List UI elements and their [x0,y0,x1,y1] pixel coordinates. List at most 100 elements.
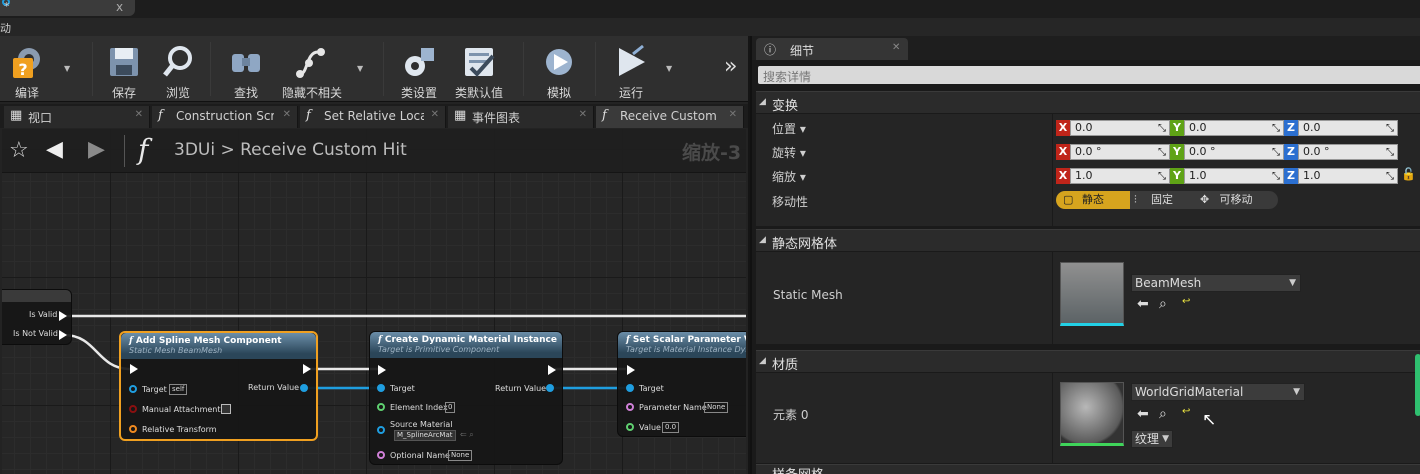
return-value-pin[interactable] [546,384,554,392]
create-dynamic-material-node[interactable]: f Create Dynamic Material Instance Target… [369,331,563,465]
is-valid-exec-pin[interactable] [59,311,67,321]
close-tab-icon[interactable]: ✕ [283,109,291,120]
close-tab-icon[interactable]: x [116,0,123,14]
class-settings-button[interactable]: 类设置 [392,42,446,100]
spline-mesh-section-header[interactable]: 样条网格 [756,464,1420,474]
material-dropdown[interactable]: WorldGridMaterial ▼ [1131,383,1305,401]
exec-in-pin[interactable] [378,365,386,375]
relative-transform-pin[interactable] [129,425,137,433]
window-tab[interactable]: * x [0,0,135,16]
compile-options-chevron-icon[interactable]: ▼ [64,64,74,73]
mobility-stationary-button[interactable]: ⫶ 固定 [1130,191,1194,209]
parameter-name-value[interactable]: None [704,402,729,413]
exec-in-pin[interactable] [130,364,138,374]
close-tab-icon[interactable]: ✕ [135,109,143,120]
add-spline-mesh-node[interactable]: f Add Spline Mesh Component Static Mesh B… [119,331,318,441]
reset-yellow-arrow-icon[interactable]: ↩ [1182,406,1190,417]
value-pin[interactable] [626,423,634,431]
rotation-z-field[interactable]: 0.0 ° ⤡ [1298,144,1398,160]
materials-section-header[interactable]: ◢ 材质 [756,350,1420,373]
set-scalar-parameter-node[interactable]: fSet Scalar Parameter Value Target is Ma… [617,331,746,437]
rotation-y-field[interactable]: 0.0 ° ⤡ [1184,144,1284,160]
close-tab-icon[interactable]: ✕ [579,109,587,120]
back-arrow-icon[interactable]: ◀ [46,137,63,162]
hide-unrelated-button[interactable]: 隐藏不相关 [280,42,344,100]
tab-construction-script[interactable]: f Construction Scrip ✕ [152,106,298,128]
texture-button[interactable]: 纹理 ▼ [1131,430,1173,448]
save-button[interactable]: 保存 [97,42,151,100]
tab-viewport[interactable]: ▦ 视口 ✕ [4,106,150,128]
target-pin[interactable] [129,385,137,393]
exec-out-pin[interactable] [303,364,311,374]
scale-z-field[interactable]: 1.0 ⤡ [1298,168,1398,184]
source-material-pin[interactable] [377,426,385,434]
location-y-field[interactable]: 0.0 ⤡ [1184,120,1284,136]
compile-button[interactable]: ? 编译 [0,42,54,100]
browse-button[interactable]: 浏览 [151,42,205,100]
static-mesh-dropdown[interactable]: BeamMesh ▼ [1131,274,1301,292]
tab-event-graph[interactable]: ▦ 事件图表 ✕ [448,106,594,128]
close-tab-icon[interactable]: ✕ [892,42,900,53]
manual-attachment-checkbox[interactable] [221,404,231,414]
browse-search-icon[interactable]: ⌕ [1159,406,1167,422]
use-asset-icon[interactable]: ⇐ ⌕ [460,430,474,440]
exec-out-pin[interactable] [548,365,556,375]
search-input[interactable]: 搜索详情 [758,66,1420,84]
rotation-label[interactable]: 旋转 ▾ [772,144,806,161]
find-button[interactable]: 查找 [219,42,273,100]
element-index-pin[interactable] [377,403,385,411]
optional-name-value[interactable]: None [448,450,473,461]
menu-item[interactable]: 动 [0,20,11,36]
optional-name-pin[interactable] [377,451,385,459]
lock-icon[interactable]: 🔓 [1401,167,1416,181]
mesh-thumbnail[interactable] [1060,262,1124,326]
simulate-button[interactable]: 模拟 [532,42,586,100]
target-pin[interactable] [377,384,385,392]
reset-yellow-arrow-icon[interactable]: ↩ [1182,296,1190,307]
star-icon[interactable]: ☆ [9,138,29,163]
play-button[interactable]: 运行 [604,42,658,100]
target-pin[interactable] [626,384,634,392]
class-defaults-icon [461,44,497,80]
location-x-field[interactable]: 0.0 ⤡ [1070,120,1170,136]
toolbar-divider [210,42,211,96]
mouse-cursor-icon: ↖ [1202,410,1217,430]
location-label[interactable]: 位置 ▾ [772,120,806,137]
location-z-field[interactable]: 0.0 ⤡ [1298,120,1398,136]
parameter-name-pin[interactable] [626,403,634,411]
is-not-valid-exec-pin[interactable] [59,330,67,340]
tab-set-relative-location[interactable]: f Set Relative Loca ✕ [300,106,446,128]
details-scrollbar[interactable] [1415,354,1420,416]
mobility-movable-button[interactable]: ✥ 可移动 [1194,191,1278,209]
return-value-pin[interactable] [300,384,308,392]
browse-search-icon[interactable]: ⌕ [1159,296,1167,312]
source-material-dropdown[interactable]: M_SplineArcMat [394,430,456,441]
play-options-chevron-icon[interactable]: ▼ [666,64,676,73]
forward-arrow-icon[interactable]: ▶ [88,137,105,162]
rotation-x-field[interactable]: 0.0 ° ⤡ [1070,144,1170,160]
transform-section-header[interactable]: ◢ 变换 [756,91,1420,114]
manual-attachment-pin[interactable] [129,405,137,413]
hide-unrelated-chevron-icon[interactable]: ▼ [357,64,367,73]
material-thumbnail[interactable] [1060,382,1124,446]
exec-in-pin[interactable] [627,365,635,375]
tab-receive-custom-hit[interactable]: f Receive Custom H ✕ [596,106,744,128]
use-selected-arrow-icon[interactable]: ⬅ [1137,296,1149,312]
mobility-static-button[interactable]: ▢ 静态 [1056,191,1130,209]
close-tab-icon[interactable]: ✕ [431,109,439,120]
use-selected-arrow-icon[interactable]: ⬅ [1137,406,1149,422]
toolbar-overflow-icon[interactable]: » [724,54,737,79]
close-tab-icon[interactable]: ✕ [729,109,737,120]
branch-node[interactable]: Is Valid Is Not Valid [2,289,72,345]
scale-y-field[interactable]: 1.0 ⤡ [1184,168,1284,184]
scale-label[interactable]: 缩放 ▾ [772,168,806,185]
graph-canvas[interactable]: ☆ ◀ ▶ f 3DUi > Receive Custom Hit 缩放-3 I… [2,129,746,474]
target-value[interactable]: self [169,384,188,395]
class-defaults-button[interactable]: 类默认值 [452,42,506,100]
static-mesh-section-header[interactable]: ◢ 静态网格体 [756,229,1420,252]
value-field[interactable]: 0.0 [662,422,680,433]
scale-x-field[interactable]: 1.0 ⤡ [1070,168,1170,184]
breadcrumb[interactable]: 3DUi > Receive Custom Hit [174,140,407,160]
tab-details[interactable]: ⓘ 细节 ✕ [756,38,908,60]
element-index-value[interactable]: 0 [445,402,456,413]
